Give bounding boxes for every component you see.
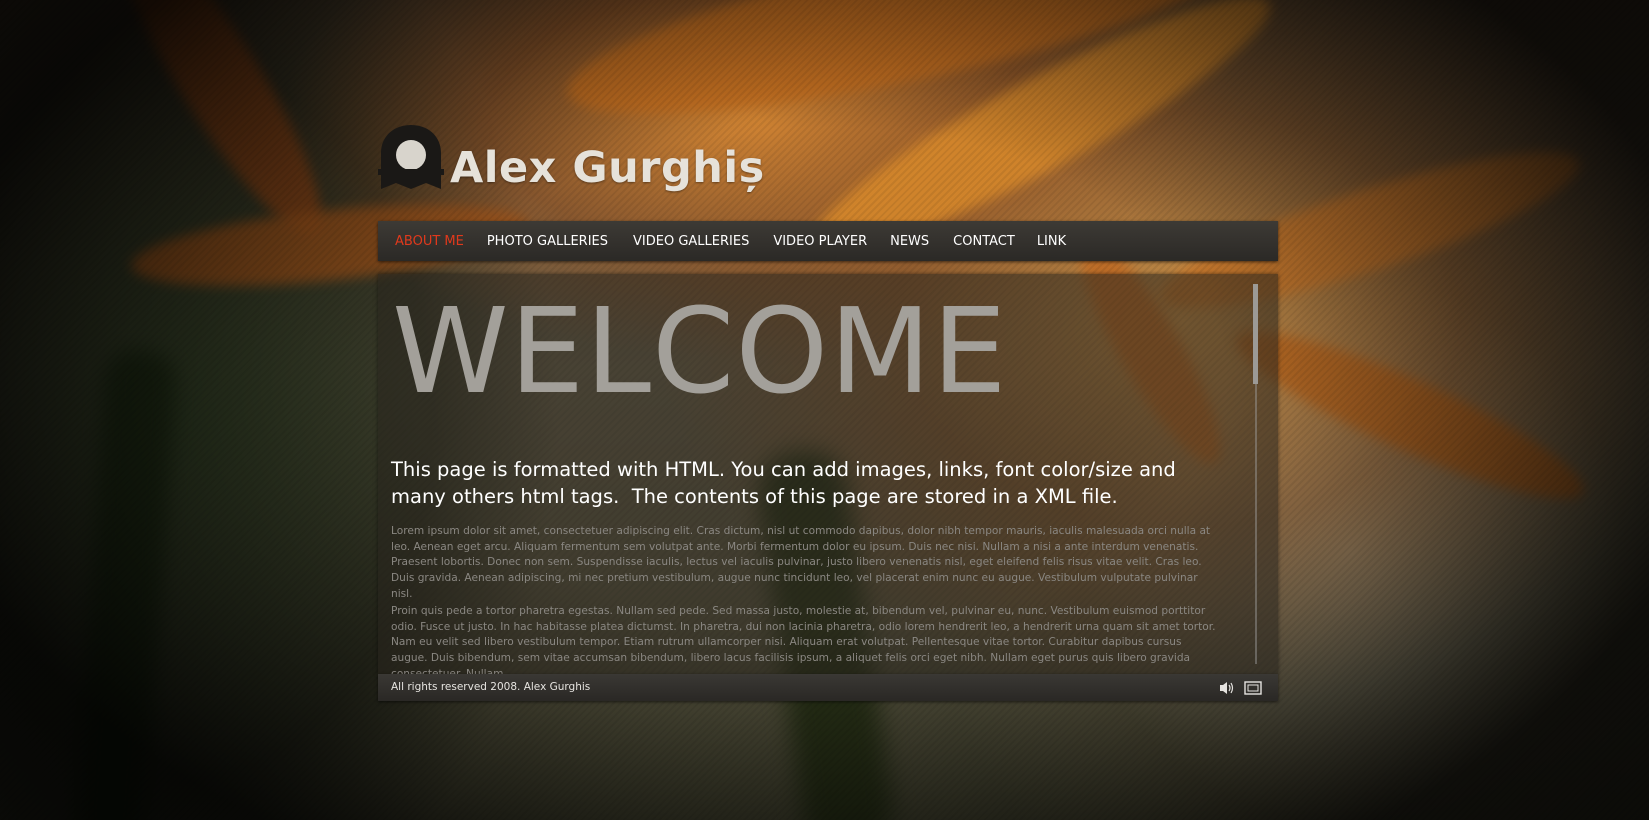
intro-text: This page is formatted with HTML. You ca… xyxy=(391,458,1182,508)
nav-item-about-me[interactable]: ABOUT ME xyxy=(395,234,464,249)
speaker-icon[interactable] xyxy=(1218,680,1236,696)
nav-item-video-galleries[interactable]: VIDEO GALLERIES xyxy=(633,234,749,249)
body-paragraph-2: Proin quis pede a tortor pharetra egesta… xyxy=(391,605,1216,674)
main-navigation: ABOUT ME PHOTO GALLERIES VIDEO GALLERIES… xyxy=(378,221,1278,261)
scrollbar-thumb[interactable] xyxy=(1253,284,1258,384)
site-title: Alex Gurghiș xyxy=(450,143,765,193)
fullscreen-icon[interactable] xyxy=(1244,681,1262,695)
copyright-text: All rights reserved 2008. Alex Gurghis xyxy=(391,681,591,693)
camera-logo-icon xyxy=(378,125,444,189)
nav-item-link[interactable]: LINK xyxy=(1037,234,1066,249)
site-logo[interactable]: Alex Gurghiș xyxy=(378,123,765,191)
body-paragraph-1: Lorem ipsum dolor sit amet, consectetuer… xyxy=(391,525,1211,600)
footer-bar: All rights reserved 2008. Alex Gurghis xyxy=(378,674,1278,701)
nav-item-news[interactable]: NEWS xyxy=(890,234,929,249)
nav-item-photo-galleries[interactable]: PHOTO GALLERIES xyxy=(487,234,608,249)
content-panel: WELCOME This page is formatted with HTML… xyxy=(378,274,1278,674)
nav-item-contact[interactable]: CONTACT xyxy=(953,234,1015,249)
page-heading: WELCOME xyxy=(392,282,1008,420)
nav-item-video-player[interactable]: VIDEO PLAYER xyxy=(773,234,867,249)
